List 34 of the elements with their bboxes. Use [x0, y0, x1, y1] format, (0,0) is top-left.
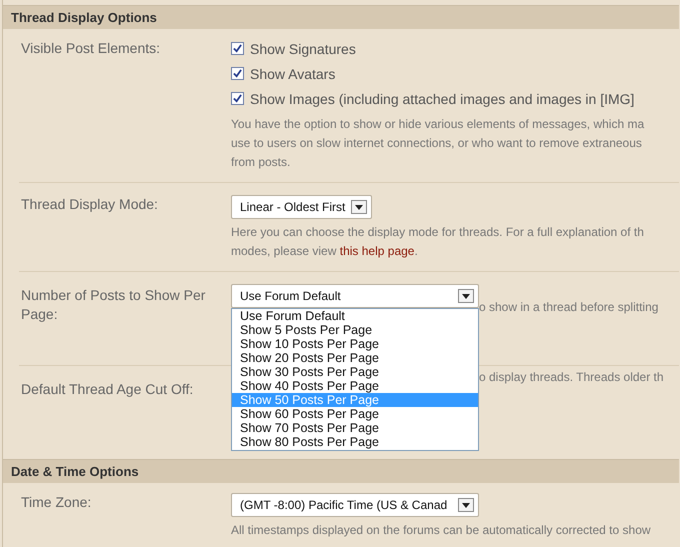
dropdown-option[interactable]: Show 10 Posts Per Page	[232, 337, 478, 351]
section-header: Date & Time Options	[3, 459, 679, 483]
field-label: Time Zone:	[20, 493, 92, 512]
dropdown-option[interactable]: Show 40 Posts Per Page	[232, 379, 478, 393]
description-text: o display threads. Threads older th	[479, 369, 665, 386]
help-link[interactable]: this help page	[340, 244, 414, 258]
checkbox-label: Show Signatures	[250, 40, 356, 56]
dropdown-option[interactable]: Show 60 Posts Per Page	[232, 407, 478, 421]
description-text: You have the option to show or hide various elements of messages, which ma	[231, 116, 646, 133]
dropdown-option[interactable]: Show 70 Posts Per Page	[232, 421, 478, 435]
dropdown-select[interactable]: Use Forum Default	[231, 284, 479, 308]
dropdown-option[interactable]: Show 5 Posts Per Page	[232, 323, 478, 337]
checked-checkbox[interactable]	[231, 42, 244, 55]
checkbox-label: Show Images (including attached images and images in [IMG]	[250, 90, 634, 106]
field-label: Default Thread Age Cut Off:	[20, 380, 194, 399]
dropdown-option[interactable]: Show 80 Posts Per Page	[232, 435, 478, 449]
field-label: Visible Post Elements:	[20, 39, 162, 58]
field-label: Thread Display Mode:	[20, 195, 159, 214]
dropdown-option[interactable]: Show 30 Posts Per Page	[232, 365, 478, 379]
section-header: Thread Display Options	[3, 5, 679, 29]
dropdown-select[interactable]: Linear - Oldest First	[231, 195, 372, 219]
description-text: use to users on slow internet connections, or who want to remove extraneous	[231, 135, 643, 152]
field-label: Number of Posts to Show Per Page:	[20, 286, 206, 324]
description-text: All timestamps displayed on the forums can be automatically corrected to show	[231, 522, 652, 539]
checked-checkbox[interactable]	[231, 92, 244, 105]
description-text: o show in a thread before splitting	[479, 299, 660, 316]
checkbox-label: Show Avatars	[250, 66, 336, 82]
description-text: from posts.	[231, 154, 292, 171]
dropdown-select[interactable]: (GMT -8:00) Pacific Time (US & Canad	[231, 493, 479, 517]
checked-checkbox[interactable]	[231, 67, 244, 80]
description-text: Here you can choose the display mode for threads. For a full explanation of th	[231, 224, 645, 241]
description-text: modes, please view this help page.	[231, 243, 419, 260]
dropdown-option[interactable]: Use Forum Default	[232, 309, 478, 323]
dropdown-option[interactable]: Show 20 Posts Per Page	[232, 351, 478, 365]
